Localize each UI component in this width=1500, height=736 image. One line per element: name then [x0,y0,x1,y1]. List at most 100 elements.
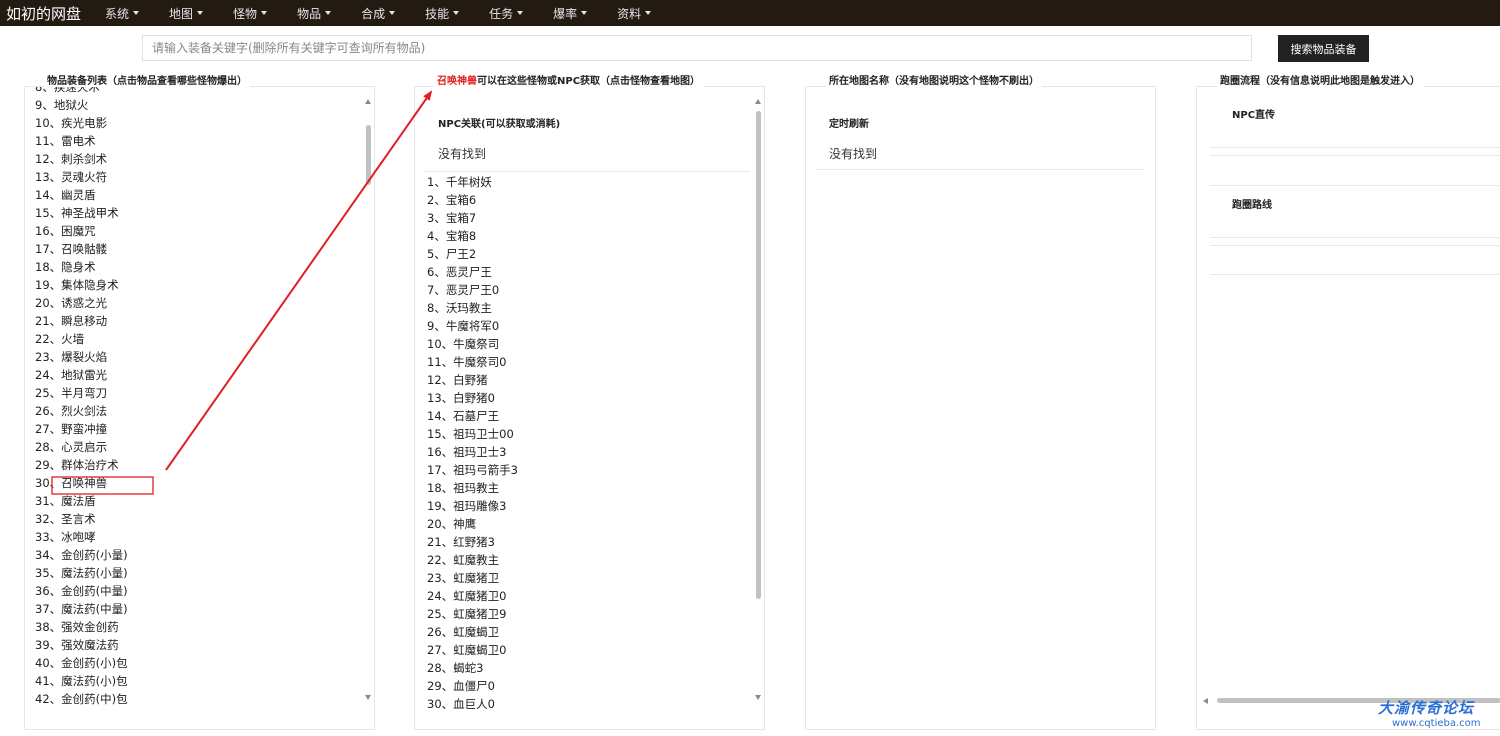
scroll-thumb[interactable] [756,111,761,599]
item-list-entry[interactable]: 14、幽灵盾 [35,186,128,204]
monster-list-entry[interactable]: 27、虹魔蝎卫0 [427,641,518,659]
divider [425,171,750,172]
nav-item-craft[interactable]: 合成 [345,5,409,22]
items-panel-title: 物品装备列表（点击物品查看哪些怪物爆出） [44,72,250,87]
item-list-entry[interactable]: 36、金创药(中量) [35,582,128,600]
chevron-down-icon [197,11,204,15]
divider [816,169,1144,170]
item-list-entry[interactable]: 32、圣言术 [35,510,128,528]
nav-item-item[interactable]: 物品 [281,5,345,22]
nav-item-monster[interactable]: 怪物 [217,5,281,22]
monster-list-entry[interactable]: 3、宝箱7 [427,209,518,227]
monster-list-entry[interactable]: 10、牛魔祭司 [427,335,518,353]
watermark-logo: 大渝传奇论坛 [1378,699,1475,717]
monster-list-entry[interactable]: 24、虹魔猪卫0 [427,587,518,605]
brand-logo[interactable]: 如初的网盘 [0,3,89,24]
nav-item-system[interactable]: 系统 [89,5,153,22]
chevron-down-icon [645,11,652,15]
item-list-entry[interactable]: 16、困魔咒 [35,222,128,240]
nav-item-skill[interactable]: 技能 [409,5,473,22]
monster-list-entry[interactable]: 13、白野猪0 [427,389,518,407]
item-list-entry[interactable]: 42、金创药(中)包 [35,690,128,708]
nav-item-droprate[interactable]: 爆率 [537,5,601,22]
item-list-entry[interactable]: 21、瞬息移动 [35,312,128,330]
item-list-entry[interactable]: 28、心灵启示 [35,438,128,456]
monster-list-entry[interactable]: 14、石墓尸王 [427,407,518,425]
monster-list-entry[interactable]: 8、沃玛教主 [427,299,518,317]
item-list-entry[interactable]: 35、魔法药(小量) [35,564,128,582]
scroll-down-icon[interactable] [755,695,761,700]
items-scrollbar[interactable] [365,95,373,703]
nav-item-info[interactable]: 资料 [601,5,665,22]
item-list-entry[interactable]: 8、疾速火术 [35,87,128,96]
item-list-entry[interactable]: 41、魔法药(小)包 [35,672,128,690]
items-list: 8、疾速火术 9、地狱火 10、疾光电影 11、雷电术 12、刺杀剑术 13、灵魂火符 14… [35,87,128,708]
chevron-down-icon [261,11,268,15]
items-panel: 8、疾速火术 9、地狱火 10、疾光电影 11、雷电术 12、刺杀剑术 13、灵魂火符 14… [24,86,375,730]
monster-list-entry[interactable]: 6、恶灵尸王 [427,263,518,281]
item-list-entry[interactable]: 31、魔法盾 [35,492,128,510]
monster-list-entry[interactable]: 1、千年树妖 [427,173,518,191]
nav-item-map[interactable]: 地图 [153,5,217,22]
item-list-entry[interactable]: 22、火墙 [35,330,128,348]
monster-list-entry[interactable]: 23、虹魔猪卫 [427,569,518,587]
monsters-scrollbar[interactable] [755,95,763,703]
item-list-entry[interactable]: 18、隐身术 [35,258,128,276]
item-list-entry[interactable]: 24、地狱雷光 [35,366,128,384]
monster-list-entry[interactable]: 17、祖玛弓箭手3 [427,461,518,479]
item-list-entry[interactable]: 9、地狱火 [35,96,128,114]
monster-list-entry[interactable]: 28、蝎蛇3 [427,659,518,677]
scroll-up-icon[interactable] [755,99,761,104]
monster-list-entry[interactable]: 11、牛魔祭司0 [427,353,518,371]
monsters-panel: NPC关联(可以获取或消耗) 没有找到 1、千年树妖 2、宝箱6 3、宝箱7 4、宝箱… [414,86,765,730]
item-list-entry[interactable]: 37、魔法药(中量) [35,600,128,618]
item-list-entry[interactable]: 17、召唤骷髅 [35,240,128,258]
monster-list-entry[interactable]: 21、红野猪3 [427,533,518,551]
item-list-entry[interactable]: 39、强效魔法药 [35,636,128,654]
scroll-up-icon[interactable] [365,99,371,104]
monster-list-entry[interactable]: 22、虹魔教主 [427,551,518,569]
search-button[interactable]: 搜索物品装备 [1278,35,1369,62]
scroll-left-icon[interactable] [1203,698,1208,704]
map-panel: 定时刷新 没有找到 [805,86,1156,730]
monster-list-entry[interactable]: 5、尸王2 [427,245,518,263]
monster-list-entry[interactable]: 9、牛魔将军0 [427,317,518,335]
item-list-entry[interactable]: 27、野蛮冲撞 [35,420,128,438]
item-list-entry[interactable]: 19、集体隐身术 [35,276,128,294]
item-list-entry[interactable]: 13、灵魂火符 [35,168,128,186]
npc-direct-title: NPC直传 [1232,110,1276,121]
item-list-entry[interactable]: 15、神圣战甲术 [35,204,128,222]
monster-list-entry[interactable]: 30、血巨人0 [427,695,518,713]
item-list-entry[interactable]: 23、爆裂火焰 [35,348,128,366]
item-list-entry[interactable]: 34、金创药(小量) [35,546,128,564]
item-list-entry[interactable]: 33、冰咆哮 [35,528,128,546]
monster-list-entry[interactable]: 20、神鹰 [427,515,518,533]
item-list-entry[interactable]: 26、烈火剑法 [35,402,128,420]
item-list-entry[interactable]: 12、刺杀剑术 [35,150,128,168]
item-list-entry[interactable]: 38、强效金创药 [35,618,128,636]
monster-list-entry[interactable]: 19、祖玛雕像3 [427,497,518,515]
monster-list-entry[interactable]: 18、祖玛教主 [427,479,518,497]
scroll-thumb[interactable] [366,125,371,185]
monster-list-entry[interactable]: 29、血僵尸0 [427,677,518,695]
scroll-down-icon[interactable] [365,695,371,700]
item-list-entry[interactable]: 29、群体治疗术 [35,456,128,474]
monster-list-entry[interactable]: 25、虹魔猪卫9 [427,605,518,623]
monster-list-entry[interactable]: 16、祖玛卫士3 [427,443,518,461]
search-input[interactable] [142,35,1252,61]
nav-item-task[interactable]: 任务 [473,5,537,22]
item-list-entry[interactable]: 40、金创药(小)包 [35,654,128,672]
monster-list-entry[interactable]: 7、恶灵尸王0 [427,281,518,299]
monster-list-entry[interactable]: 12、白野猪 [427,371,518,389]
monsters-panel-title: 召唤神兽可以在这些怪物或NPC获取（点击怪物查看地图） [434,72,704,87]
item-list-entry[interactable]: 20、诱惑之光 [35,294,128,312]
monster-list-entry[interactable]: 4、宝箱8 [427,227,518,245]
item-list-entry[interactable]: 30、召唤神兽 [35,474,128,492]
item-list-entry[interactable]: 25、半月弯刀 [35,384,128,402]
monster-list-entry[interactable]: 15、祖玛卫士00 [427,425,518,443]
divider [1210,245,1500,246]
item-list-entry[interactable]: 11、雷电术 [35,132,128,150]
monster-list-entry[interactable]: 26、虹魔蝎卫 [427,623,518,641]
monster-list-entry[interactable]: 2、宝箱6 [427,191,518,209]
item-list-entry[interactable]: 10、疾光电影 [35,114,128,132]
